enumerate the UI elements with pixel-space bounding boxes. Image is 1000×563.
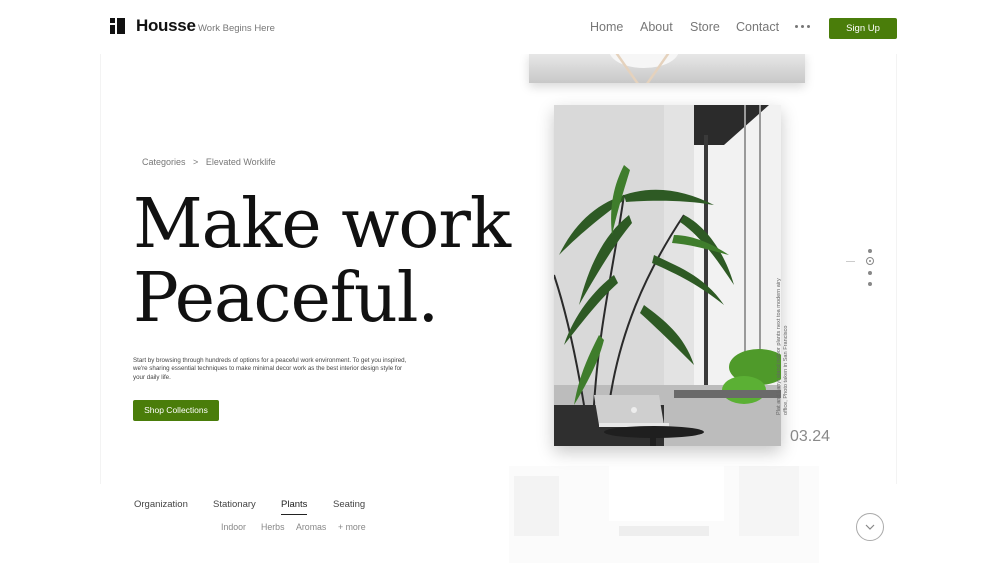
shop-collections-button[interactable]: Shop Collections <box>133 400 219 421</box>
nav-contact[interactable]: Contact <box>736 20 779 34</box>
tab-organization[interactable]: Organization <box>134 499 188 510</box>
hero-title-line-2: Peaceful. <box>133 259 439 338</box>
scroll-down-button[interactable] <box>856 513 884 541</box>
hero-title-line-1: Make work <box>133 185 511 264</box>
breadcrumb-categories[interactable]: Categories <box>142 157 186 167</box>
slider-indicator-line <box>846 261 855 262</box>
featured-photo[interactable] <box>554 105 781 446</box>
breadcrumb-separator: > <box>193 157 199 167</box>
chevron-down-icon <box>865 524 875 530</box>
housse-logo-icon[interactable] <box>110 18 126 34</box>
nav-home[interactable]: Home <box>590 20 623 34</box>
slider-dot[interactable] <box>868 271 872 275</box>
site-header: Housse Work Begins Here Home About Store… <box>0 0 1000 54</box>
nav-about[interactable]: About <box>640 20 673 34</box>
hero-description: Start by browsing through hundreds of op… <box>133 357 407 381</box>
tab-plants[interactable]: Plants <box>281 499 308 515</box>
breadcrumb: Categories > Elevated Worklife <box>142 157 281 167</box>
slider-dot[interactable] <box>868 282 872 286</box>
next-photo-preview[interactable] <box>509 466 819 563</box>
sign-up-button[interactable]: Sign Up <box>829 18 897 39</box>
plant-office-illustration <box>554 105 781 446</box>
subtab-aromas[interactable]: Aromas <box>296 522 326 532</box>
faded-room-illustration <box>509 466 819 563</box>
more-horizontal-icon[interactable] <box>795 25 811 29</box>
slider-dot-active[interactable] <box>866 257 874 265</box>
photo-number: 03.24 <box>790 428 831 445</box>
hero-title: Make work Peaceful. <box>133 185 511 338</box>
brand-name[interactable]: Housse <box>136 16 196 36</box>
previous-photo-preview[interactable] <box>529 52 805 83</box>
tab-seating[interactable]: Seating <box>333 499 365 510</box>
subtab-more[interactable]: + more <box>338 522 366 532</box>
photo-caption: Plat and Lanyi stand indoor plants next … <box>776 278 789 415</box>
slider-dot[interactable] <box>868 249 872 253</box>
tab-stationary[interactable]: Stationary <box>213 499 256 510</box>
subtab-indoor[interactable]: Indoor <box>221 522 246 532</box>
breadcrumb-current[interactable]: Elevated Worklife <box>206 157 276 167</box>
brand-tagline: Work Begins Here <box>198 23 275 34</box>
subtab-herbs[interactable]: Herbs <box>261 522 284 532</box>
nav-store[interactable]: Store <box>690 20 720 34</box>
